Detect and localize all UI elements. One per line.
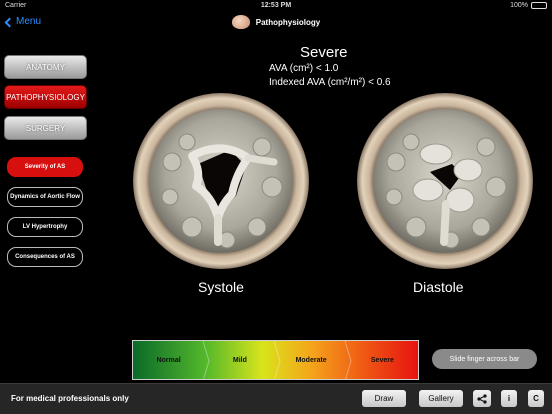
- severity-segment-moderate[interactable]: Moderate: [276, 341, 347, 379]
- draw-label: Draw: [374, 394, 394, 403]
- surgery-label: SURGERY: [25, 123, 66, 133]
- info-icon: i: [507, 394, 511, 403]
- battery-icon: [531, 2, 547, 9]
- disclaimer-text: For medical professionals only: [11, 394, 129, 403]
- diastole-valve-illustration: [356, 92, 534, 270]
- battery-indicator: 100%: [510, 2, 547, 9]
- slider-hint: Slide finger across bar: [432, 349, 537, 369]
- ava-criterion: AVA (cm²) < 1.0: [269, 63, 339, 74]
- pathophysiology-label: PATHOPHYSIOLOGY: [6, 92, 85, 102]
- copyright-button[interactable]: C: [528, 390, 544, 407]
- moderate-label: Moderate: [295, 356, 327, 364]
- severity-of-as-button[interactable]: Severity of AS: [7, 157, 83, 177]
- dynamics-of-aortic-flow-button[interactable]: Dynamics of Aortic Flow: [7, 187, 83, 207]
- severity-slider-bar[interactable]: Normal Mild Moderate Severe: [132, 340, 419, 380]
- share-button[interactable]: [473, 390, 491, 407]
- severity-heading: Severe: [300, 44, 348, 61]
- severity-of-as-label: Severity of AS: [24, 164, 66, 170]
- normal-label: Normal: [156, 356, 181, 364]
- mild-label: Mild: [232, 356, 247, 364]
- clock: 12:53 PM: [260, 2, 292, 9]
- heart-logo-icon: [231, 15, 250, 29]
- severity-segment-normal[interactable]: Normal: [133, 341, 204, 379]
- gallery-button[interactable]: Gallery: [419, 390, 463, 407]
- systole-valve-illustration: [132, 92, 310, 270]
- diastole-label: Diastole: [413, 279, 464, 295]
- lv-hypertrophy-label: LV Hypertrophy: [22, 224, 68, 230]
- consequences-of-as-button[interactable]: Consequences of AS: [7, 247, 83, 267]
- battery-percent: 100%: [510, 2, 528, 9]
- status-bar: Carrier 12:53 PM 100%: [0, 0, 552, 12]
- consequences-of-as-label: Consequences of AS: [15, 254, 75, 260]
- anatomy-button[interactable]: ANATOMY: [4, 55, 87, 79]
- severity-segment-mild[interactable]: Mild: [204, 341, 275, 379]
- navigation-bar: Menu Pathophysiology: [0, 12, 552, 34]
- bottom-toolbar: For medical professionals only Draw Gall…: [0, 383, 552, 414]
- indexed-ava-criterion: Indexed AVA (cm²/m²) < 0.6: [269, 77, 391, 88]
- draw-button[interactable]: Draw: [362, 390, 406, 407]
- pathophysiology-button[interactable]: PATHOPHYSIOLOGY: [4, 85, 87, 109]
- page-title-text: Pathophysiology: [255, 17, 321, 27]
- gallery-label: Gallery: [428, 394, 454, 403]
- surgery-button[interactable]: SURGERY: [4, 116, 87, 140]
- copyright-icon: C: [533, 394, 539, 403]
- severity-segment-severe[interactable]: Severe: [347, 341, 418, 379]
- lv-hypertrophy-button[interactable]: LV Hypertrophy: [7, 217, 83, 237]
- page-title: Pathophysiology: [0, 15, 552, 29]
- systole-label: Systole: [198, 279, 244, 295]
- severe-label: Severe: [370, 356, 394, 364]
- share-icon: [477, 393, 487, 404]
- info-button[interactable]: i: [501, 390, 517, 407]
- anatomy-label: ANATOMY: [26, 62, 65, 72]
- dynamics-of-aortic-flow-label: Dynamics of Aortic Flow: [10, 194, 80, 200]
